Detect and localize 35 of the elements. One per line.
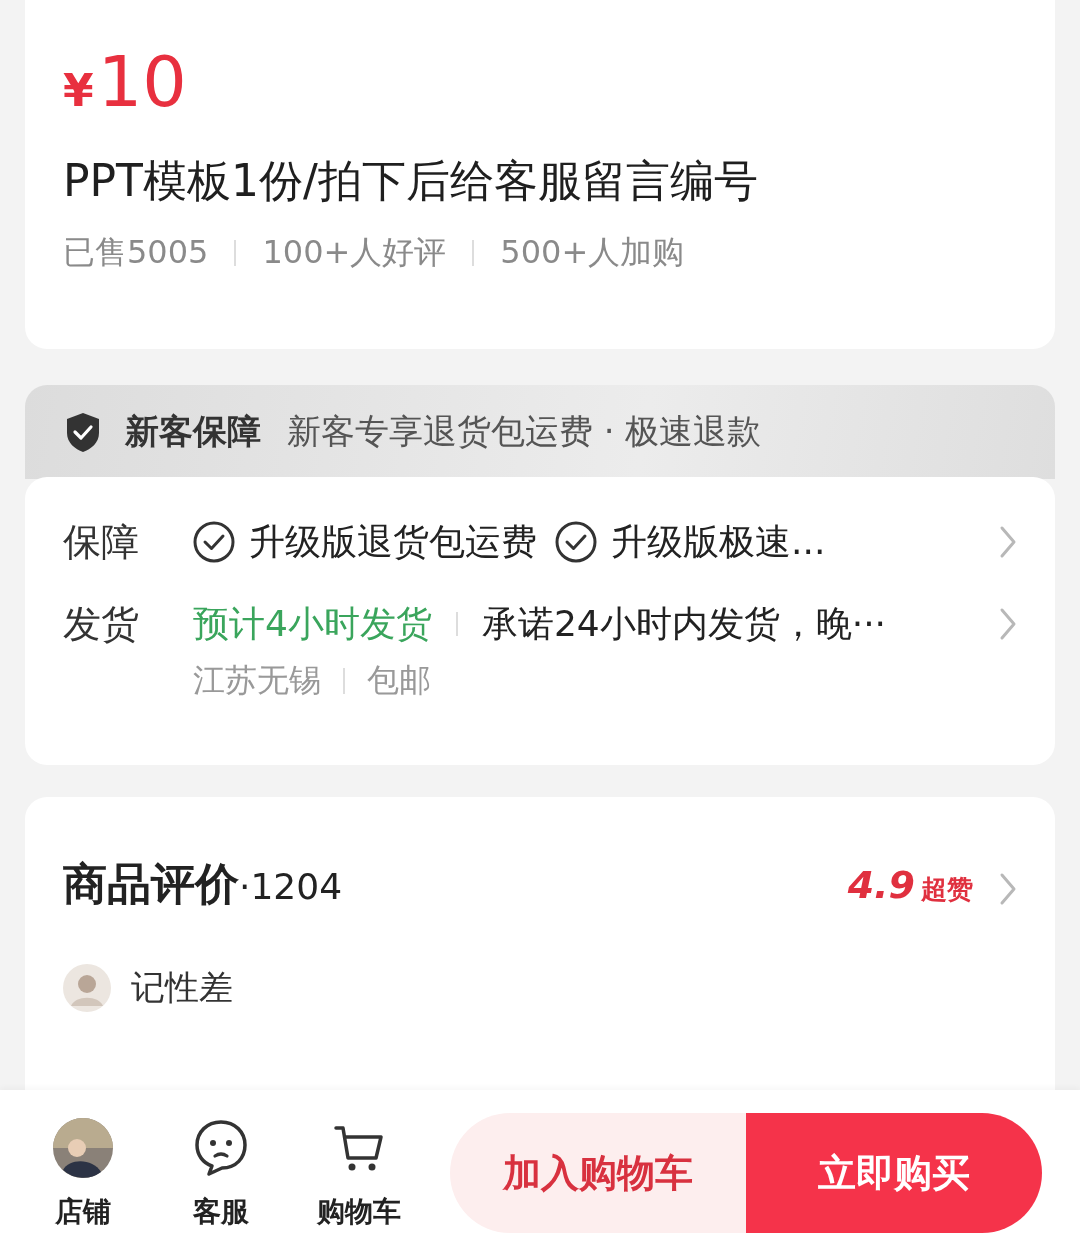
chevron-icon — [999, 871, 1017, 906]
bottom-action[interactable]: 店铺 — [30, 1115, 136, 1231]
guarantee-banner[interactable]: 新客保障 新客专享退货包运费 · 极速退款 — [25, 385, 1055, 479]
sales-stat: 100+人好评 — [262, 232, 447, 273]
banner-label: 新客保障 — [125, 410, 261, 453]
service-row[interactable]: 保障 升级版退货包运费 升级版极速... — [63, 517, 1017, 567]
buy-now-button[interactable]: 立即购买 — [746, 1113, 1042, 1233]
guarantee-item: 升级版极速... — [611, 519, 826, 564]
check-circle-icon — [193, 521, 235, 563]
service-row[interactable]: 发货 预计4小时发货 承诺24小时内发货，晚··· 江苏无锡 包邮 — [63, 599, 1017, 703]
reviewer-name: 记性差 — [131, 966, 233, 1009]
shipping-detail: 包邮 — [367, 660, 431, 701]
service-label: 发货 — [63, 601, 140, 648]
reviews-title[interactable]: 商品评价·1204 — [63, 855, 848, 914]
cart-icon — [334, 1124, 384, 1172]
shipping-promise: 承诺24小时内发货，晚··· — [481, 601, 887, 646]
shipping-detail: 江苏无锡 — [193, 660, 321, 701]
rating[interactable]: 4.9 超赞 — [847, 862, 973, 907]
sales-stat: 已售5005 — [63, 232, 209, 273]
banner-text: 新客专享退货包运费 · 极速退款 — [287, 410, 762, 453]
chat-bubble-icon — [194, 1119, 248, 1177]
check-circle-icon — [555, 521, 597, 563]
chevron-icon — [999, 607, 1017, 641]
guarantee-item: 升级版退货包运费 — [249, 519, 537, 564]
price: ¥10 — [63, 40, 187, 124]
avatar — [53, 1118, 113, 1178]
add-to-cart-button[interactable]: 加入购物车 — [450, 1113, 746, 1233]
service-label: 保障 — [63, 519, 140, 566]
bottom-action[interactable]: 客服 — [168, 1115, 274, 1231]
bottom-action[interactable]: 购物车 — [306, 1115, 412, 1231]
chevron-icon — [999, 525, 1017, 559]
shipping-estimate: 预计4小时发货 — [193, 601, 432, 646]
avatar — [63, 964, 111, 1012]
sales-stat: 500+人加购 — [500, 232, 685, 273]
product-title: PPT模板1份/拍下后给客服留言编号 — [63, 154, 759, 208]
